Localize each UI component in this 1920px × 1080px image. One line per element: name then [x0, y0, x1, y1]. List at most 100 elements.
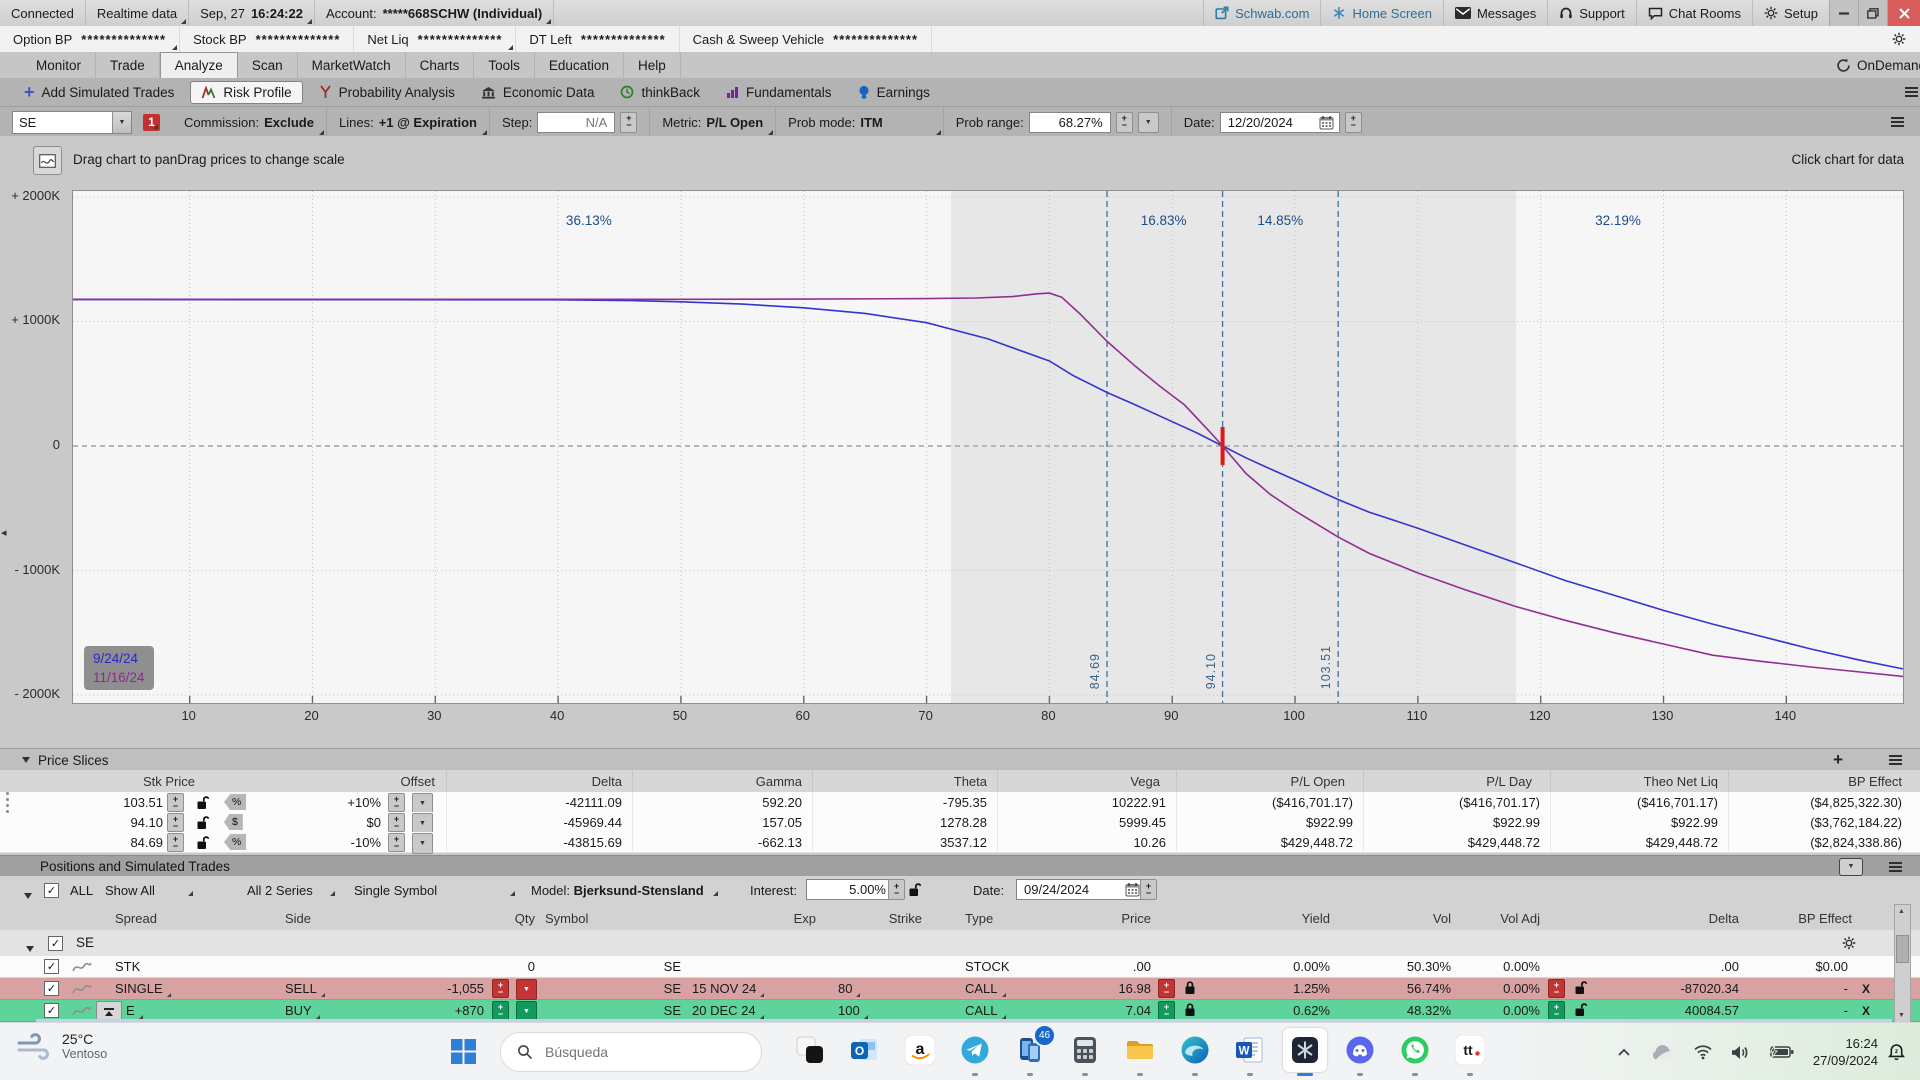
- titlebar-link-setup[interactable]: Setup: [1752, 0, 1829, 26]
- curve-icon[interactable]: [72, 982, 92, 995]
- gear-icon[interactable]: [1842, 936, 1856, 950]
- chevron-down-icon[interactable]: [24, 893, 32, 899]
- price-slice-row[interactable]: 103.51+−%+10%+−▼-42111.09592.20-795.3510…: [0, 792, 1920, 813]
- toolbar-button-earnings[interactable]: Earnings: [848, 82, 940, 103]
- positions-date-value[interactable]: [1022, 881, 1125, 898]
- tab-scan[interactable]: Scan: [238, 52, 298, 78]
- add-slice-button[interactable]: +: [1833, 750, 1843, 770]
- spinner-icon[interactable]: +−: [1345, 112, 1362, 133]
- balance-settings-button[interactable]: [1878, 26, 1920, 52]
- metric-dropdown[interactable]: Metric: P/L Open: [650, 107, 776, 137]
- positions-group-row[interactable]: ✓SE: [0, 930, 1920, 957]
- taskbar-app-whatsapp[interactable]: [1393, 1028, 1437, 1072]
- lock-closed-icon[interactable]: [1184, 980, 1196, 995]
- dropdown-arrow-icon[interactable]: ▼: [516, 979, 537, 1000]
- interest-input[interactable]: [806, 879, 894, 900]
- tab-analyze[interactable]: Analyze: [160, 52, 238, 78]
- chevron-down-icon[interactable]: [26, 946, 34, 952]
- positions-scrollbar[interactable]: ▲ ▼: [1894, 904, 1911, 1023]
- positions-date-input[interactable]: [1016, 879, 1146, 900]
- scroll-up-icon[interactable]: ▲: [1895, 905, 1908, 918]
- toolbar-button-economic-data[interactable]: Economic Data: [471, 82, 605, 103]
- taskbar-app-edge[interactable]: [1173, 1028, 1217, 1072]
- column-header-strike[interactable]: Strike: [889, 907, 922, 929]
- scroll-down-icon[interactable]: ▼: [1895, 1009, 1908, 1022]
- spinner-icon[interactable]: +−: [388, 833, 405, 852]
- search-input[interactable]: [543, 1043, 717, 1061]
- positions-menu-icon[interactable]: [1889, 862, 1902, 872]
- ondemand-button[interactable]: OnDemand: [1820, 52, 1920, 78]
- chevron-up-icon[interactable]: [1617, 1048, 1631, 1057]
- price-slice-row[interactable]: 94.10+−$$0+−▼-45969.44157.051278.285999.…: [0, 812, 1920, 833]
- delete-x-icon[interactable]: X: [1862, 1000, 1870, 1021]
- tab-tools[interactable]: Tools: [474, 52, 535, 78]
- taskbar-app-file-explorer[interactable]: [1118, 1028, 1162, 1072]
- volume-icon[interactable]: [1731, 1045, 1750, 1060]
- dropdown-arrow-icon[interactable]: ▼: [412, 833, 433, 854]
- date-value[interactable]: [1226, 114, 1319, 131]
- lock-open-icon[interactable]: [1574, 1002, 1588, 1017]
- lock-open-icon[interactable]: [196, 815, 210, 830]
- splitter-handle[interactable]: [6, 792, 9, 813]
- tab-marketwatch[interactable]: MarketWatch: [298, 52, 406, 78]
- curve-icon[interactable]: [72, 1004, 92, 1017]
- spinner-icon[interactable]: +−: [167, 833, 184, 852]
- date-input[interactable]: [1220, 112, 1340, 133]
- toolbar-button-thinkback[interactable]: thinkBack: [610, 82, 710, 103]
- show-all-dropdown[interactable]: Show All: [105, 883, 195, 898]
- spinner-icon[interactable]: +−: [1158, 1001, 1175, 1020]
- taskbar-search[interactable]: [500, 1032, 762, 1072]
- price-slices-menu-icon[interactable]: [1889, 755, 1902, 765]
- lock-open-icon[interactable]: [1574, 980, 1588, 995]
- spinner-icon[interactable]: +−: [888, 879, 905, 900]
- step-input[interactable]: [537, 112, 615, 133]
- connection-status[interactable]: Connected: [0, 0, 86, 26]
- spinner-icon[interactable]: +−: [167, 813, 184, 832]
- filter-all-label[interactable]: ALL: [70, 883, 93, 898]
- select-all-checkbox[interactable]: ✓: [44, 883, 59, 898]
- tray-clock[interactable]: 16:24 27/09/2024: [1813, 1035, 1878, 1069]
- column-header-vol[interactable]: Vol: [1433, 907, 1451, 929]
- column-header-type[interactable]: Type: [965, 907, 993, 929]
- spinner-icon[interactable]: +−: [1158, 979, 1175, 998]
- chart-pan-button[interactable]: [33, 146, 62, 175]
- toolbar-button-fundamentals[interactable]: Fundamentals: [716, 82, 842, 103]
- taskbar-app-phone-link[interactable]: 46: [1008, 1028, 1052, 1072]
- taskbar-app-word[interactable]: W: [1228, 1028, 1272, 1072]
- commission-dropdown[interactable]: Commission: Exclude: [172, 107, 327, 137]
- series-dropdown[interactable]: All 2 Series: [247, 883, 337, 898]
- lines-dropdown[interactable]: Lines: +1 @ Expiration: [327, 107, 490, 137]
- titlebar-link-schwab-com[interactable]: Schwab.com: [1203, 0, 1320, 26]
- column-header-spread[interactable]: Spread: [115, 907, 157, 929]
- column-header-qty[interactable]: Qty: [515, 907, 535, 929]
- restore-button[interactable]: [1858, 0, 1887, 26]
- taskbar-app-thinkorswim[interactable]: [1283, 1028, 1327, 1072]
- titlebar-link-messages[interactable]: Messages: [1443, 0, 1547, 26]
- lock-open-icon[interactable]: [196, 795, 210, 810]
- column-header-vol-adj[interactable]: Vol Adj: [1500, 907, 1540, 929]
- row-checkbox[interactable]: ✓: [44, 981, 59, 996]
- lock-open-icon[interactable]: [196, 835, 210, 850]
- weather-widget[interactable]: 25°C Ventoso: [16, 1031, 107, 1061]
- titlebar-link-home-screen[interactable]: Home Screen: [1320, 0, 1442, 26]
- symbol-select[interactable]: SE ▼: [12, 111, 132, 134]
- position-row-stock[interactable]: ✓STK0SESTOCK.000.00%50.30%0.00%.00$0.00: [0, 956, 1920, 978]
- column-header-delta[interactable]: Delta: [1709, 907, 1739, 929]
- spinner-icon[interactable]: +−: [1140, 879, 1157, 900]
- column-header-price[interactable]: Price: [1121, 907, 1151, 929]
- spinner-icon[interactable]: +−: [492, 1001, 509, 1020]
- price-slice-row[interactable]: 84.69+−%-10%+−▼-43815.69-662.133537.1210…: [0, 832, 1920, 853]
- collapse-chevron-icon[interactable]: [22, 757, 30, 763]
- interest-value[interactable]: [812, 881, 888, 898]
- dollar-tag-icon[interactable]: $: [224, 814, 243, 830]
- curve-icon[interactable]: [72, 960, 92, 973]
- column-header-p-l-open[interactable]: P/L Open: [1291, 770, 1345, 792]
- minimize-button[interactable]: [1829, 0, 1858, 26]
- battery-icon[interactable]: [1768, 1045, 1794, 1059]
- delete-x-icon[interactable]: X: [1862, 978, 1870, 999]
- model-dropdown[interactable]: Model: Bjerksund-Stensland: [531, 883, 720, 898]
- column-header-stk-price[interactable]: Stk Price: [143, 770, 195, 792]
- session-clock[interactable]: Sep, 27 16:24:22: [189, 0, 315, 26]
- taskbar-app-photos[interactable]: [788, 1028, 832, 1072]
- titlebar-link-support[interactable]: Support: [1547, 0, 1636, 26]
